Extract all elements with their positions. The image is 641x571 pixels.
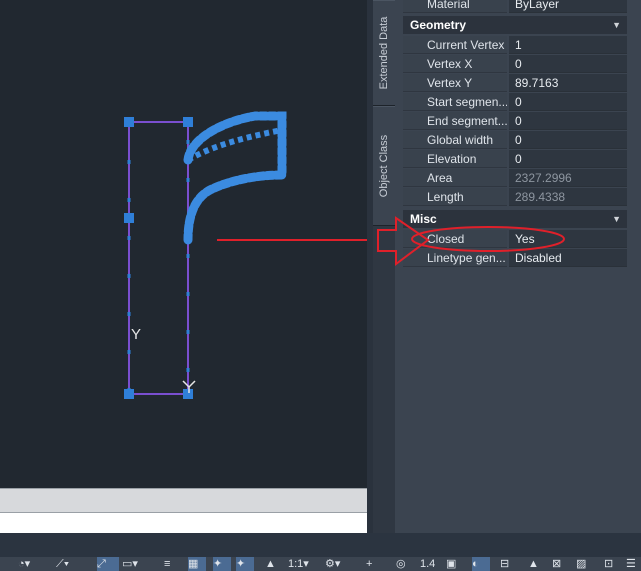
transparency-icon[interactable]: ≡ bbox=[164, 557, 170, 571]
status-bar: ◔▾ ⟋▾ ⤢ ▭▾ ≡ ▦ ✦ ✦ ▲ 1:1▾ ⚙▾ + ◎ 1.4 ▣ ◐… bbox=[0, 557, 641, 571]
annotation-monitor-icon[interactable]: ◎ bbox=[396, 557, 406, 571]
isolate-icon[interactable]: ▲ bbox=[528, 557, 539, 571]
annotation-overlay bbox=[377, 216, 565, 266]
lock-ui-icon[interactable]: ⊟ bbox=[500, 557, 509, 571]
status-gap bbox=[0, 533, 641, 557]
customize-icon[interactable]: ⊡ bbox=[604, 557, 613, 571]
annotation-ellipse-icon bbox=[411, 226, 565, 252]
auto-scale-icon[interactable]: ▲ bbox=[265, 557, 276, 571]
quick-properties-icon[interactable]: ◐ bbox=[472, 557, 490, 571]
otrack-icon[interactable]: ⤢ bbox=[97, 557, 119, 571]
annotation-scale-label: 1.4 bbox=[420, 558, 436, 570]
clean-screen-icon[interactable]: ▨ bbox=[576, 557, 586, 571]
hardware-accel-icon[interactable]: ⊠ bbox=[552, 557, 561, 571]
workspace-gear-icon[interactable]: ⚙▾ bbox=[325, 557, 340, 571]
units-icon[interactable]: ▣ bbox=[446, 557, 456, 571]
menu-icon[interactable]: ☰ bbox=[626, 557, 636, 571]
selection-cycling-icon[interactable]: ▦ bbox=[188, 557, 206, 571]
annotation-visibility-icon[interactable]: ✦ bbox=[236, 557, 254, 571]
scale-label: 1:1 bbox=[288, 558, 304, 570]
scale-dropdown[interactable]: 1:1▾ bbox=[288, 557, 309, 571]
osnap-icon[interactable]: ⟋▾ bbox=[56, 557, 69, 571]
plus-icon[interactable]: + bbox=[366, 557, 372, 571]
gizmo-icon[interactable]: ✦ bbox=[213, 557, 231, 571]
lineweight-icon[interactable]: ▭▾ bbox=[122, 557, 138, 571]
polar-icon[interactable]: ◔▾ bbox=[18, 557, 30, 571]
annotation-arrow-icon bbox=[377, 216, 430, 266]
